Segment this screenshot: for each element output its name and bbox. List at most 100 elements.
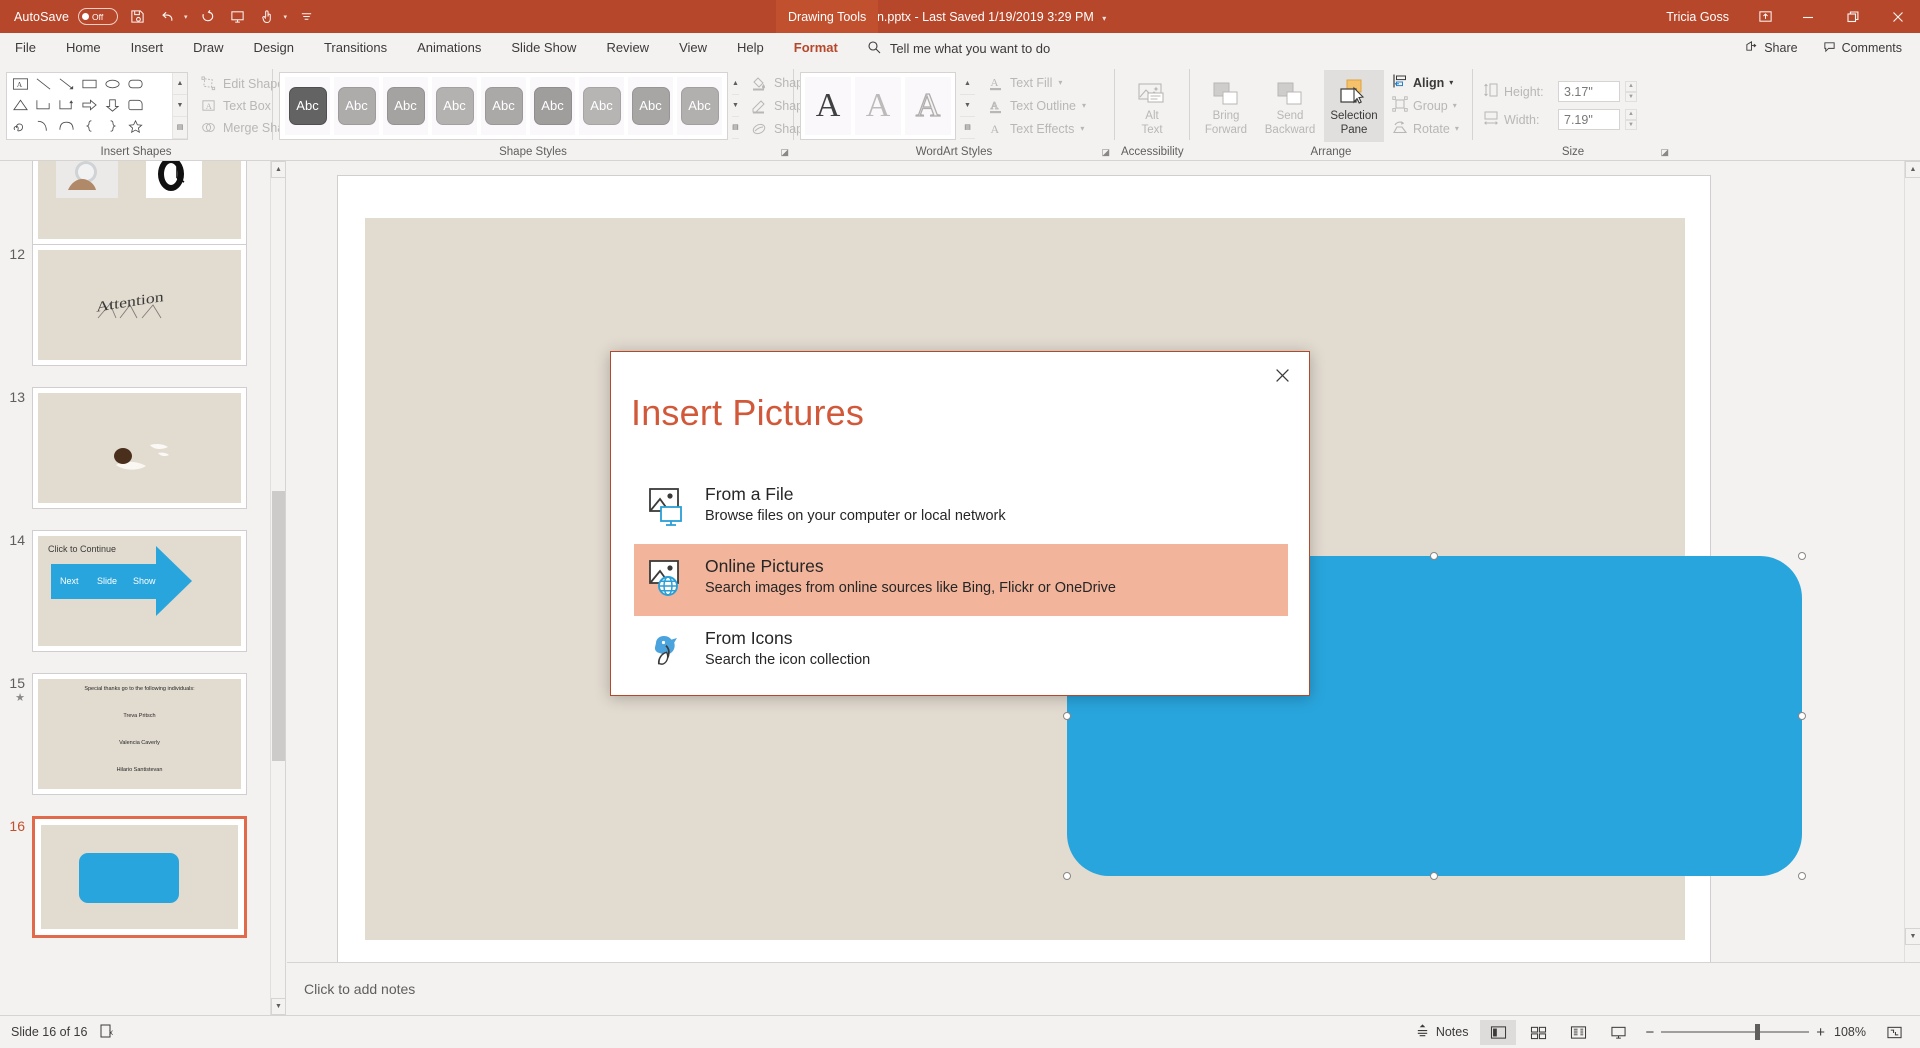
slide-preview[interactable]: Special thanks go to the following indiv… xyxy=(32,673,247,795)
shape-style-thumb[interactable]: Abc xyxy=(383,76,428,135)
shape-styles-more-icon[interactable]: ▤ xyxy=(732,116,739,139)
thumbnail-scroll-up-icon[interactable]: ▲ xyxy=(271,161,285,178)
shape-styles-scroll-down-icon[interactable]: ▼ xyxy=(732,94,739,117)
tab-animations[interactable]: Animations xyxy=(402,33,496,63)
alt-text-button[interactable]: Alt Text xyxy=(1122,70,1182,142)
slide-thumbnail-11[interactable]: Use High-Quality Graphics Stock Photo Cl… xyxy=(4,161,247,245)
start-slideshow-icon[interactable] xyxy=(227,6,248,27)
shape-style-thumb[interactable]: Abc xyxy=(481,76,526,135)
editor-vertical-scrollbar[interactable]: ▲ ▼ ⏶ ⏷ xyxy=(1904,161,1920,1015)
tab-design[interactable]: Design xyxy=(239,33,309,63)
tab-review[interactable]: Review xyxy=(591,33,664,63)
zoom-track[interactable] xyxy=(1661,1024,1810,1040)
height-input[interactable]: 3.17" xyxy=(1558,81,1620,102)
ribbon-display-options-icon[interactable] xyxy=(1745,0,1785,33)
thumbnail-scrollbar-thumb[interactable] xyxy=(272,491,285,761)
shape-oval-icon[interactable] xyxy=(101,74,124,95)
shapes-gallery-scrollbar[interactable]: ▲ ▼ ▤ xyxy=(172,72,187,139)
tab-slide-show[interactable]: Slide Show xyxy=(496,33,591,63)
comments-button[interactable]: Comments xyxy=(1813,37,1912,59)
undo-icon[interactable] xyxy=(157,6,178,27)
accessibility-checker-icon[interactable]: x xyxy=(99,1023,115,1042)
shape-style-thumb[interactable]: Abc xyxy=(432,76,477,135)
wordart-scrollbar[interactable]: ▲ ▼ ▤ xyxy=(960,72,975,139)
height-stepper[interactable]: ▲ ▼ xyxy=(1625,81,1637,102)
normal-view-icon[interactable] xyxy=(1480,1019,1517,1045)
slide-preview[interactable] xyxy=(32,387,247,509)
slide-thumbnail-panel[interactable]: Use High-Quality Graphics Stock Photo Cl… xyxy=(0,161,286,1015)
size-dialog-launcher-icon[interactable]: ◪ xyxy=(1660,147,1669,158)
text-effects-button[interactable]: A Text Effects ▾ xyxy=(987,120,1086,137)
wordart-dialog-launcher-icon[interactable]: ◪ xyxy=(1101,147,1110,158)
zoom-out-button[interactable]: − xyxy=(1645,1024,1654,1041)
shape-styles-dialog-launcher-icon[interactable]: ◪ xyxy=(780,147,789,158)
tab-file[interactable]: File xyxy=(0,33,51,63)
touch-mode-caret-icon[interactable]: ▾ xyxy=(284,13,288,21)
tell-me-search[interactable]: Tell me what you want to do xyxy=(867,40,1050,57)
shape-line-icon[interactable] xyxy=(32,74,55,95)
editor-scroll-up-icon[interactable]: ▲ xyxy=(1905,161,1920,178)
zoom-in-button[interactable]: + xyxy=(1816,1024,1825,1041)
wordart-gallery[interactable]: A A A xyxy=(800,71,956,140)
shape-rectangle-icon[interactable] xyxy=(78,74,101,95)
shape-star-5-icon[interactable] xyxy=(124,116,147,137)
selection-handle-bottom-left[interactable] xyxy=(1063,872,1071,880)
tab-transitions[interactable]: Transitions xyxy=(309,33,402,63)
wordart-scroll-down-icon[interactable]: ▼ xyxy=(960,94,975,117)
rotate-button[interactable]: Rotate ▾ xyxy=(1392,119,1459,138)
wordart-more-icon[interactable]: ▤ xyxy=(960,116,975,139)
shape-elbow-connector-icon[interactable] xyxy=(32,95,55,116)
slide-preview[interactable]: Attention xyxy=(32,244,247,366)
notes-pane[interactable]: Click to add notes xyxy=(287,962,1920,1015)
thumbnail-panel-scrollbar[interactable]: ▲ ▼ xyxy=(270,161,285,1015)
restore-icon[interactable] xyxy=(1830,0,1875,33)
width-input[interactable]: 7.19" xyxy=(1558,109,1620,130)
shape-style-thumb[interactable]: Abc xyxy=(579,76,624,135)
close-icon[interactable] xyxy=(1875,0,1920,33)
fit-slide-icon[interactable] xyxy=(1876,1020,1912,1045)
insert-option-online-pictures[interactable]: Online Pictures Search images from onlin… xyxy=(634,544,1288,616)
insert-option-from-icons[interactable]: From Icons Search the icon collection xyxy=(634,616,1288,688)
slide-sorter-icon[interactable] xyxy=(1520,1020,1556,1045)
touch-mode-icon[interactable] xyxy=(257,6,278,27)
selection-handle-middle-right[interactable] xyxy=(1798,712,1806,720)
insert-pictures-dialog[interactable]: Insert Pictures From a File Browse files… xyxy=(610,351,1310,696)
zoom-level-label[interactable]: 108% xyxy=(1834,1025,1872,1039)
share-button[interactable]: Share xyxy=(1735,37,1807,59)
minimize-icon[interactable] xyxy=(1785,0,1830,33)
shape-down-arrow-icon[interactable] xyxy=(101,95,124,116)
shape-style-thumb[interactable]: Abc xyxy=(285,76,330,135)
shapes-scroll-down-icon[interactable]: ▼ xyxy=(173,94,187,117)
redo-icon[interactable] xyxy=(197,6,218,27)
shape-right-brace-icon[interactable] xyxy=(101,116,124,137)
group-button[interactable]: Group ▾ xyxy=(1392,96,1459,115)
text-outline-button[interactable]: A Text Outline ▾ xyxy=(987,97,1086,114)
shape-scribble-icon[interactable] xyxy=(9,116,32,137)
autosave-toggle[interactable]: Off xyxy=(78,8,119,25)
text-fill-button[interactable]: A Text Fill ▾ xyxy=(987,74,1086,91)
thumbnail-scroll-down-icon[interactable]: ▼ xyxy=(271,998,285,1015)
insert-option-from-a-file[interactable]: From a File Browse files on your compute… xyxy=(634,472,1288,544)
selection-handle-middle-left[interactable] xyxy=(1063,712,1071,720)
shapes-scroll-up-icon[interactable]: ▲ xyxy=(173,72,187,95)
close-icon[interactable] xyxy=(1269,362,1295,388)
save-icon[interactable] xyxy=(127,6,148,27)
slide-thumbnail-16[interactable]: 16 xyxy=(4,816,247,938)
slideshow-icon[interactable] xyxy=(1600,1020,1636,1045)
height-step-up-icon[interactable]: ▲ xyxy=(1625,81,1637,92)
notes-button[interactable]: Notes xyxy=(1415,1023,1468,1041)
slide-thumbnail-12[interactable]: 12 Attention xyxy=(4,244,247,366)
shape-style-thumb[interactable]: Abc xyxy=(530,76,575,135)
tab-view[interactable]: View xyxy=(664,33,722,63)
wordart-scroll-up-icon[interactable]: ▲ xyxy=(960,72,975,95)
selection-handle-bottom-right[interactable] xyxy=(1798,872,1806,880)
tab-home[interactable]: Home xyxy=(51,33,116,63)
slide-thumbnail-14[interactable]: 14 Click to Continue Next Slide Show xyxy=(4,530,247,652)
wordart-thumb[interactable]: A xyxy=(905,76,951,135)
width-step-down-icon[interactable]: ▼ xyxy=(1625,119,1637,130)
tab-draw[interactable]: Draw xyxy=(178,33,238,63)
shapes-gallery[interactable]: A ▲ ▼ ▤ xyxy=(6,71,188,140)
animation-indicator-icon[interactable]: ★ xyxy=(4,691,32,704)
shape-arc-icon[interactable] xyxy=(55,116,78,137)
undo-caret-icon[interactable]: ▾ xyxy=(184,13,188,21)
